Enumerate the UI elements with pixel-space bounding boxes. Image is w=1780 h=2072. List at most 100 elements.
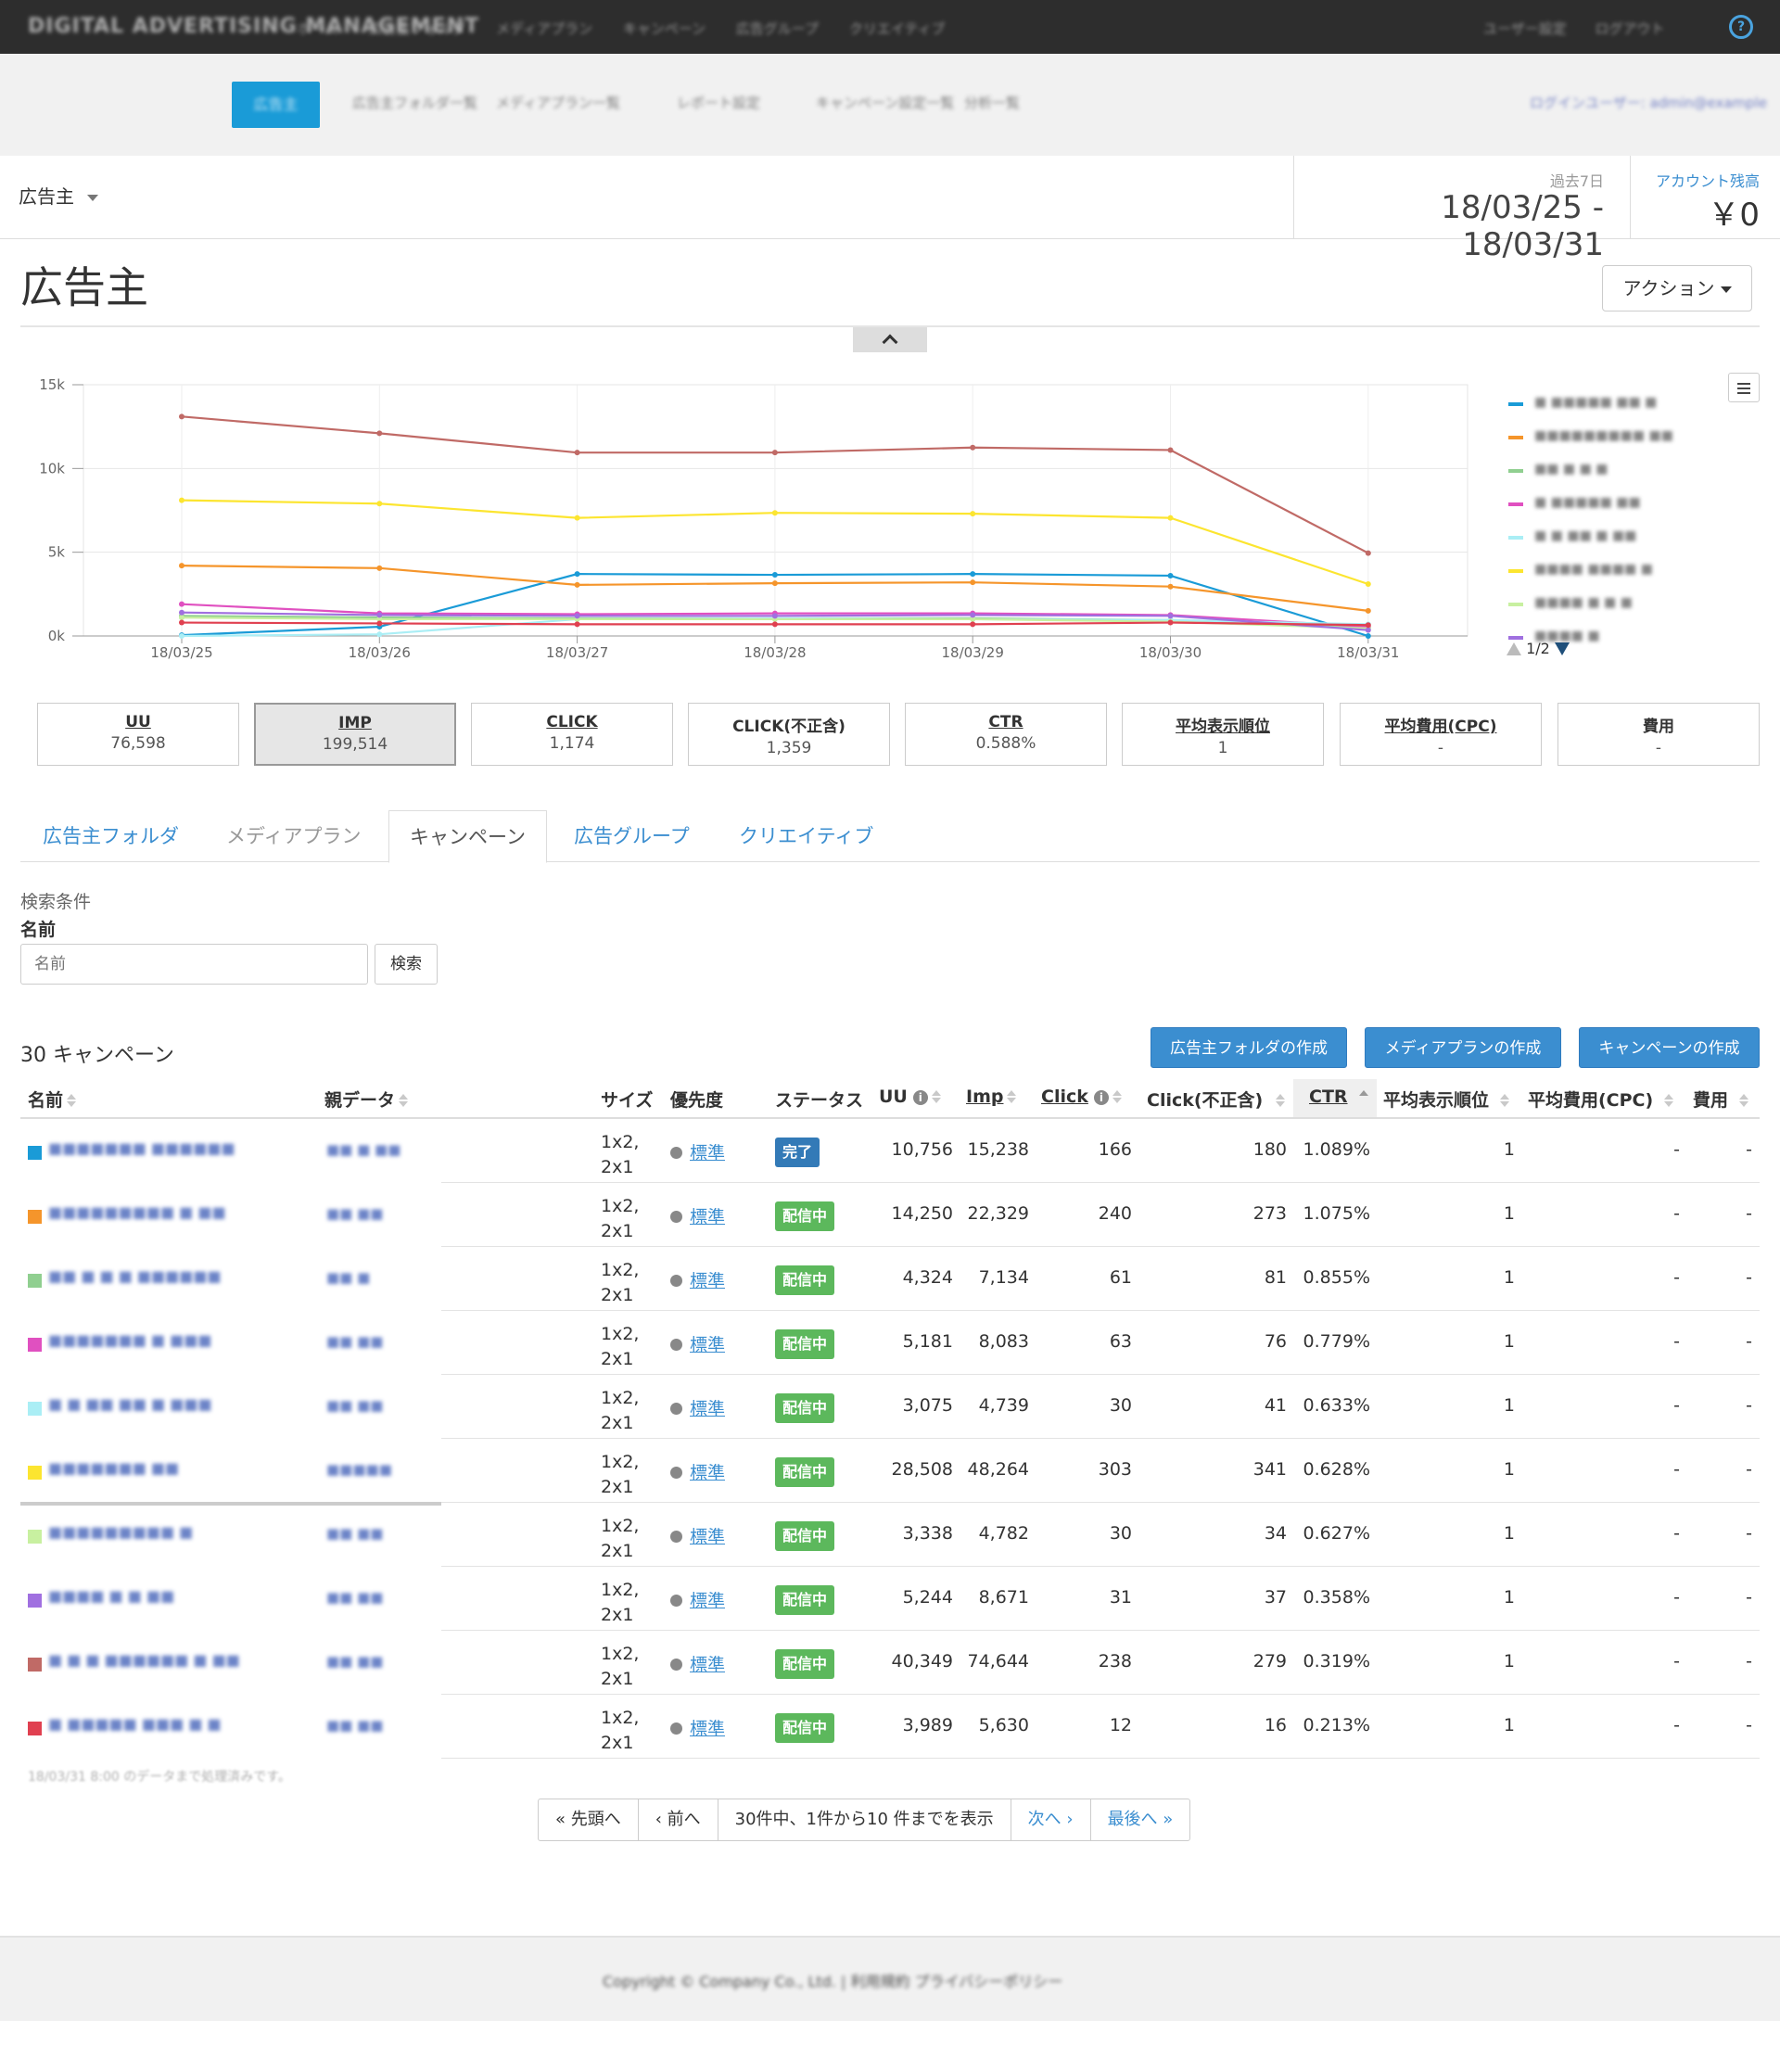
table-row: ■■■■ ■ ■ ■■ ■■ ■■ 1x2, 2x1 標準 配信中 5,244 8,671 3… [0, 1567, 1780, 1631]
parent-data-link[interactable]: ■■ ■■ [326, 1333, 383, 1350]
parent-data-link[interactable]: ■■ ■ [326, 1269, 370, 1286]
campaign-name-link[interactable]: ■ ■ ■ ■■■■■■ ■ ■■ [48, 1651, 240, 1669]
campaign-name-link[interactable]: ■■■■■■■ ■ ■■■ [48, 1331, 211, 1349]
campaign-name-link[interactable]: ■■■■■■■ ■■ [48, 1459, 179, 1477]
priority-link[interactable]: 標準 [690, 1459, 725, 1484]
campaign-name-link[interactable]: ■ ■ ■■ ■■ ■ ■■■ [48, 1395, 212, 1413]
data-point [1167, 583, 1174, 590]
logout-link[interactable]: ログアウト [1595, 20, 1664, 37]
data-point [574, 571, 580, 578]
kpi-avg-rank[interactable]: 平均表示順位 1 [1122, 703, 1324, 766]
parent-data-link[interactable]: ■■ ■■ [326, 1205, 383, 1222]
kpi-cost[interactable]: 費用 - [1558, 703, 1760, 766]
legend-swatch [1508, 469, 1523, 473]
size-cell: 1x2, 2x1 [601, 1708, 640, 1753]
create-campaign-button[interactable]: キャンペーンの作成 [1579, 1027, 1760, 1068]
campaign-name-link[interactable]: ■■ ■ ■ ■ ■■■■■■ [48, 1267, 222, 1285]
page-next-button[interactable]: 次へ › [1011, 1799, 1091, 1840]
col-ctr[interactable]: CTR [1309, 1087, 1368, 1107]
create-media-plan-button[interactable]: メディアプランの作成 [1365, 1027, 1561, 1068]
info-icon[interactable]: i [1093, 1090, 1109, 1105]
help-icon[interactable]: ? [1729, 15, 1753, 39]
parent-data-link[interactable]: ■■ ■■ [326, 1589, 383, 1606]
parent-data-link[interactable]: ■■■■■ [326, 1461, 392, 1478]
subnav-item[interactable]: 広告主フォルダ一覧 [352, 93, 477, 112]
col-uu[interactable]: UU i [879, 1087, 941, 1107]
priority-link[interactable]: 標準 [690, 1651, 725, 1676]
collapse-chart-toggle[interactable] [853, 327, 927, 352]
top-nav-item[interactable]: キャンペーン [623, 20, 706, 37]
top-nav-item[interactable]: クリエイティブ [849, 20, 946, 37]
subnav-item[interactable]: メディアプラン一覧 [496, 93, 620, 112]
priority-link[interactable]: 標準 [690, 1267, 725, 1292]
sort-icon [931, 1090, 941, 1103]
kpi-click[interactable]: CLICK 1,174 [471, 703, 673, 766]
tab-media-plan[interactable]: メディアプラン [206, 810, 382, 862]
login-user-info[interactable]: ログインユーザー: admin@example [1530, 93, 1767, 112]
kpi-click-all[interactable]: CLICK(不正含) 1,359 [688, 703, 890, 766]
top-nav-links[interactable]: ホーム 広告主フォルダ メディアプラン キャンペーン 広告グループ クリエイティ… [297, 19, 946, 38]
account-balance-label[interactable]: アカウント残高 [1632, 169, 1760, 191]
top-nav-item[interactable]: 広告主フォルダ [368, 20, 465, 37]
top-nav-item[interactable]: 広告グループ [736, 20, 819, 37]
name-search-input[interactable] [20, 944, 368, 985]
legend-next-icon[interactable] [1554, 642, 1570, 655]
top-nav-item[interactable]: メディアプラン [496, 20, 592, 37]
col-cost[interactable]: 費用 [1693, 1087, 1749, 1112]
priority-link[interactable]: 標準 [690, 1331, 725, 1356]
footer-text[interactable]: Copyright © Company Co., Ltd. | 利用規約 プライ… [603, 1969, 1062, 1991]
parent-data-link[interactable]: ■■ ■■ [326, 1397, 383, 1414]
legend-prev-icon[interactable] [1507, 642, 1521, 655]
subnav-item[interactable]: レポート設定 [677, 93, 760, 112]
kpi-imp[interactable]: IMP 199,514 [254, 703, 456, 766]
top-nav-item[interactable]: ホーム [297, 20, 338, 37]
chart-menu-button[interactable] [1728, 373, 1760, 402]
campaign-name-link[interactable]: ■■■■■■■ ■■■■■■ [48, 1139, 235, 1157]
campaign-name-link[interactable]: ■ ■■■■■ ■■■ ■ ■ [48, 1715, 222, 1733]
campaign-name-link[interactable]: ■■■■■■■■■ ■ [48, 1523, 193, 1541]
frozen-column-scrollbar[interactable] [20, 1502, 441, 1506]
tab-creative[interactable]: クリエイティブ [718, 810, 894, 862]
kpi-ctr[interactable]: CTR 0.588% [905, 703, 1107, 766]
parent-data-link[interactable]: ■■ ■■ [326, 1717, 383, 1734]
action-dropdown-button[interactable]: アクション [1602, 265, 1752, 311]
priority-link[interactable]: 標準 [690, 1395, 725, 1420]
col-name[interactable]: 名前 [28, 1087, 77, 1112]
kpi-avg-cpc[interactable]: 平均費用(CPC) - [1340, 703, 1542, 766]
col-avg-rank[interactable]: 平均表示順位 [1383, 1087, 1510, 1112]
user-settings-link[interactable]: ユーザー設定 [1483, 20, 1567, 37]
create-advertiser-folder-button[interactable]: 広告主フォルダの作成 [1151, 1027, 1347, 1068]
tab-ad-group[interactable]: 広告グループ [553, 810, 710, 862]
priority-link[interactable]: 標準 [690, 1715, 725, 1740]
tab-advertiser-folder[interactable]: 広告主フォルダ [22, 810, 199, 862]
campaign-name-link[interactable]: ■■■■ ■ ■ ■■ [48, 1587, 174, 1605]
col-click-all[interactable]: Click(不正含) [1147, 1087, 1286, 1112]
page-prev-button[interactable]: ‹ 前へ [639, 1799, 718, 1840]
top-nav-right[interactable]: ユーザー設定 ログアウト [1483, 19, 1665, 38]
subnav-item-active[interactable]: 広告主 [232, 82, 320, 128]
priority-link[interactable]: 標準 [690, 1523, 725, 1548]
parent-data-link[interactable]: ■■ ■ ■■ [326, 1141, 400, 1158]
campaign-name-link[interactable]: ■■■■■■■■■ ■ ■■ [48, 1203, 226, 1221]
col-imp[interactable]: Imp [966, 1087, 1017, 1107]
page-first-button[interactable]: « 先頭へ [539, 1799, 639, 1840]
advertiser-dropdown[interactable]: 広告主 [19, 182, 98, 209]
subnav-item[interactable]: キャンペーン設定一覧 [816, 93, 954, 112]
priority-link[interactable]: 標準 [690, 1139, 725, 1164]
priority-link[interactable]: 標準 [690, 1203, 725, 1228]
priority-link[interactable]: 標準 [690, 1587, 725, 1612]
info-icon[interactable]: i [912, 1090, 928, 1105]
col-parent[interactable]: 親データ [324, 1087, 409, 1112]
col-click[interactable]: Click i [1041, 1087, 1122, 1107]
subnav-item[interactable]: 分析一覧 [964, 93, 1020, 112]
cell-ctr: 0.779% [1303, 1331, 1370, 1352]
parent-data-link[interactable]: ■■ ■■ [326, 1653, 383, 1670]
kpi-uu[interactable]: UU 76,598 [37, 703, 239, 766]
page-last-button[interactable]: 最後へ » [1091, 1799, 1190, 1840]
cell-cost: - [1746, 1139, 1752, 1160]
col-avg-cpc[interactable]: 平均費用(CPC) [1528, 1087, 1674, 1112]
date-range-picker[interactable]: 18/03/25 - 18/03/31 [1298, 189, 1604, 263]
tab-campaign[interactable]: キャンペーン [388, 810, 547, 863]
parent-data-link[interactable]: ■■ ■■ [326, 1525, 383, 1542]
search-button[interactable]: 検索 [375, 944, 438, 985]
